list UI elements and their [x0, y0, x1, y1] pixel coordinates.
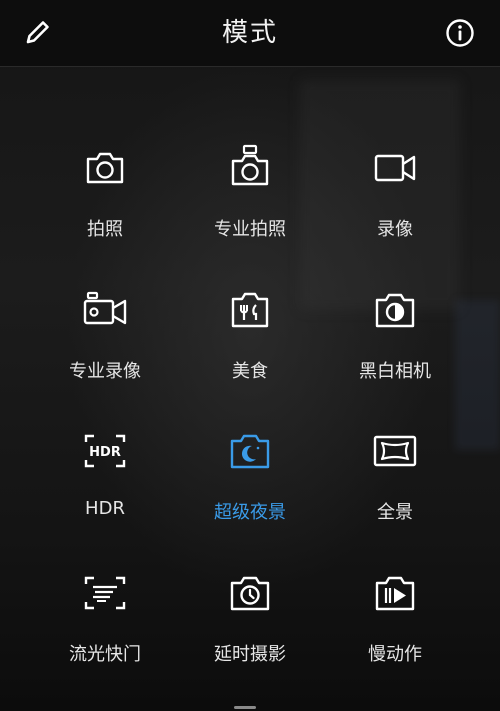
mode-grid: 拍照 专业拍照 录像 专业录像 美食 黑白相机 HDR HDR 超级夜景 全景 …: [0, 66, 500, 711]
mode-label: 专业录像: [69, 361, 141, 382]
mode-pro-photo[interactable]: 专业拍照: [175, 143, 325, 263]
mode-label: 拍照: [87, 219, 123, 240]
mode-label: 录像: [377, 219, 413, 240]
mode-monochrome[interactable]: 黑白相机: [320, 285, 470, 405]
svg-text:HDR: HDR: [89, 445, 121, 460]
mode-time-lapse[interactable]: 延时摄影: [175, 568, 325, 688]
food-camera-icon: [231, 292, 269, 328]
mode-hdr[interactable]: HDR HDR: [30, 426, 180, 546]
mode-pro-video[interactable]: 专业录像: [30, 285, 180, 405]
mode-video[interactable]: 录像: [320, 143, 470, 263]
mode-super-night[interactable]: 超级夜景: [175, 426, 325, 546]
mode-label: 流光快门: [69, 644, 141, 665]
mode-light-painting[interactable]: 流光快门: [30, 568, 180, 688]
mode-label: 延时摄影: [214, 644, 286, 665]
mode-slow-motion[interactable]: 慢动作: [320, 568, 470, 688]
mode-label: 专业拍照: [214, 219, 286, 240]
pro-camera-icon: [231, 144, 269, 186]
mode-label: 全景: [377, 502, 413, 523]
mode-label: HDR: [85, 498, 125, 519]
monochrome-camera-icon: [375, 293, 415, 328]
pencil-icon: [26, 21, 49, 44]
mode-panorama[interactable]: 全景: [320, 426, 470, 546]
drawer-handle[interactable]: [234, 706, 256, 709]
camera-icon: [86, 152, 124, 184]
edit-button[interactable]: [20, 16, 54, 50]
mode-photo[interactable]: 拍照: [30, 143, 180, 263]
pro-video-icon: [83, 291, 127, 325]
time-lapse-icon: [230, 576, 270, 611]
slow-motion-icon: [375, 576, 415, 611]
hdr-icon: HDR: [84, 434, 126, 468]
info-icon: [446, 19, 474, 47]
mode-label: 黑白相机: [359, 361, 431, 382]
mode-label: 超级夜景: [214, 502, 286, 523]
night-camera-icon: [230, 434, 270, 469]
info-button[interactable]: [443, 16, 477, 50]
mode-label: 美食: [232, 361, 268, 382]
video-camera-icon: [374, 154, 416, 182]
mode-food[interactable]: 美食: [175, 285, 325, 405]
light-painting-icon: [84, 576, 126, 610]
panorama-icon: [373, 435, 417, 467]
mode-label: 慢动作: [368, 644, 422, 665]
page-title: 模式: [221, 18, 278, 48]
top-bar: 模式: [0, 0, 500, 67]
